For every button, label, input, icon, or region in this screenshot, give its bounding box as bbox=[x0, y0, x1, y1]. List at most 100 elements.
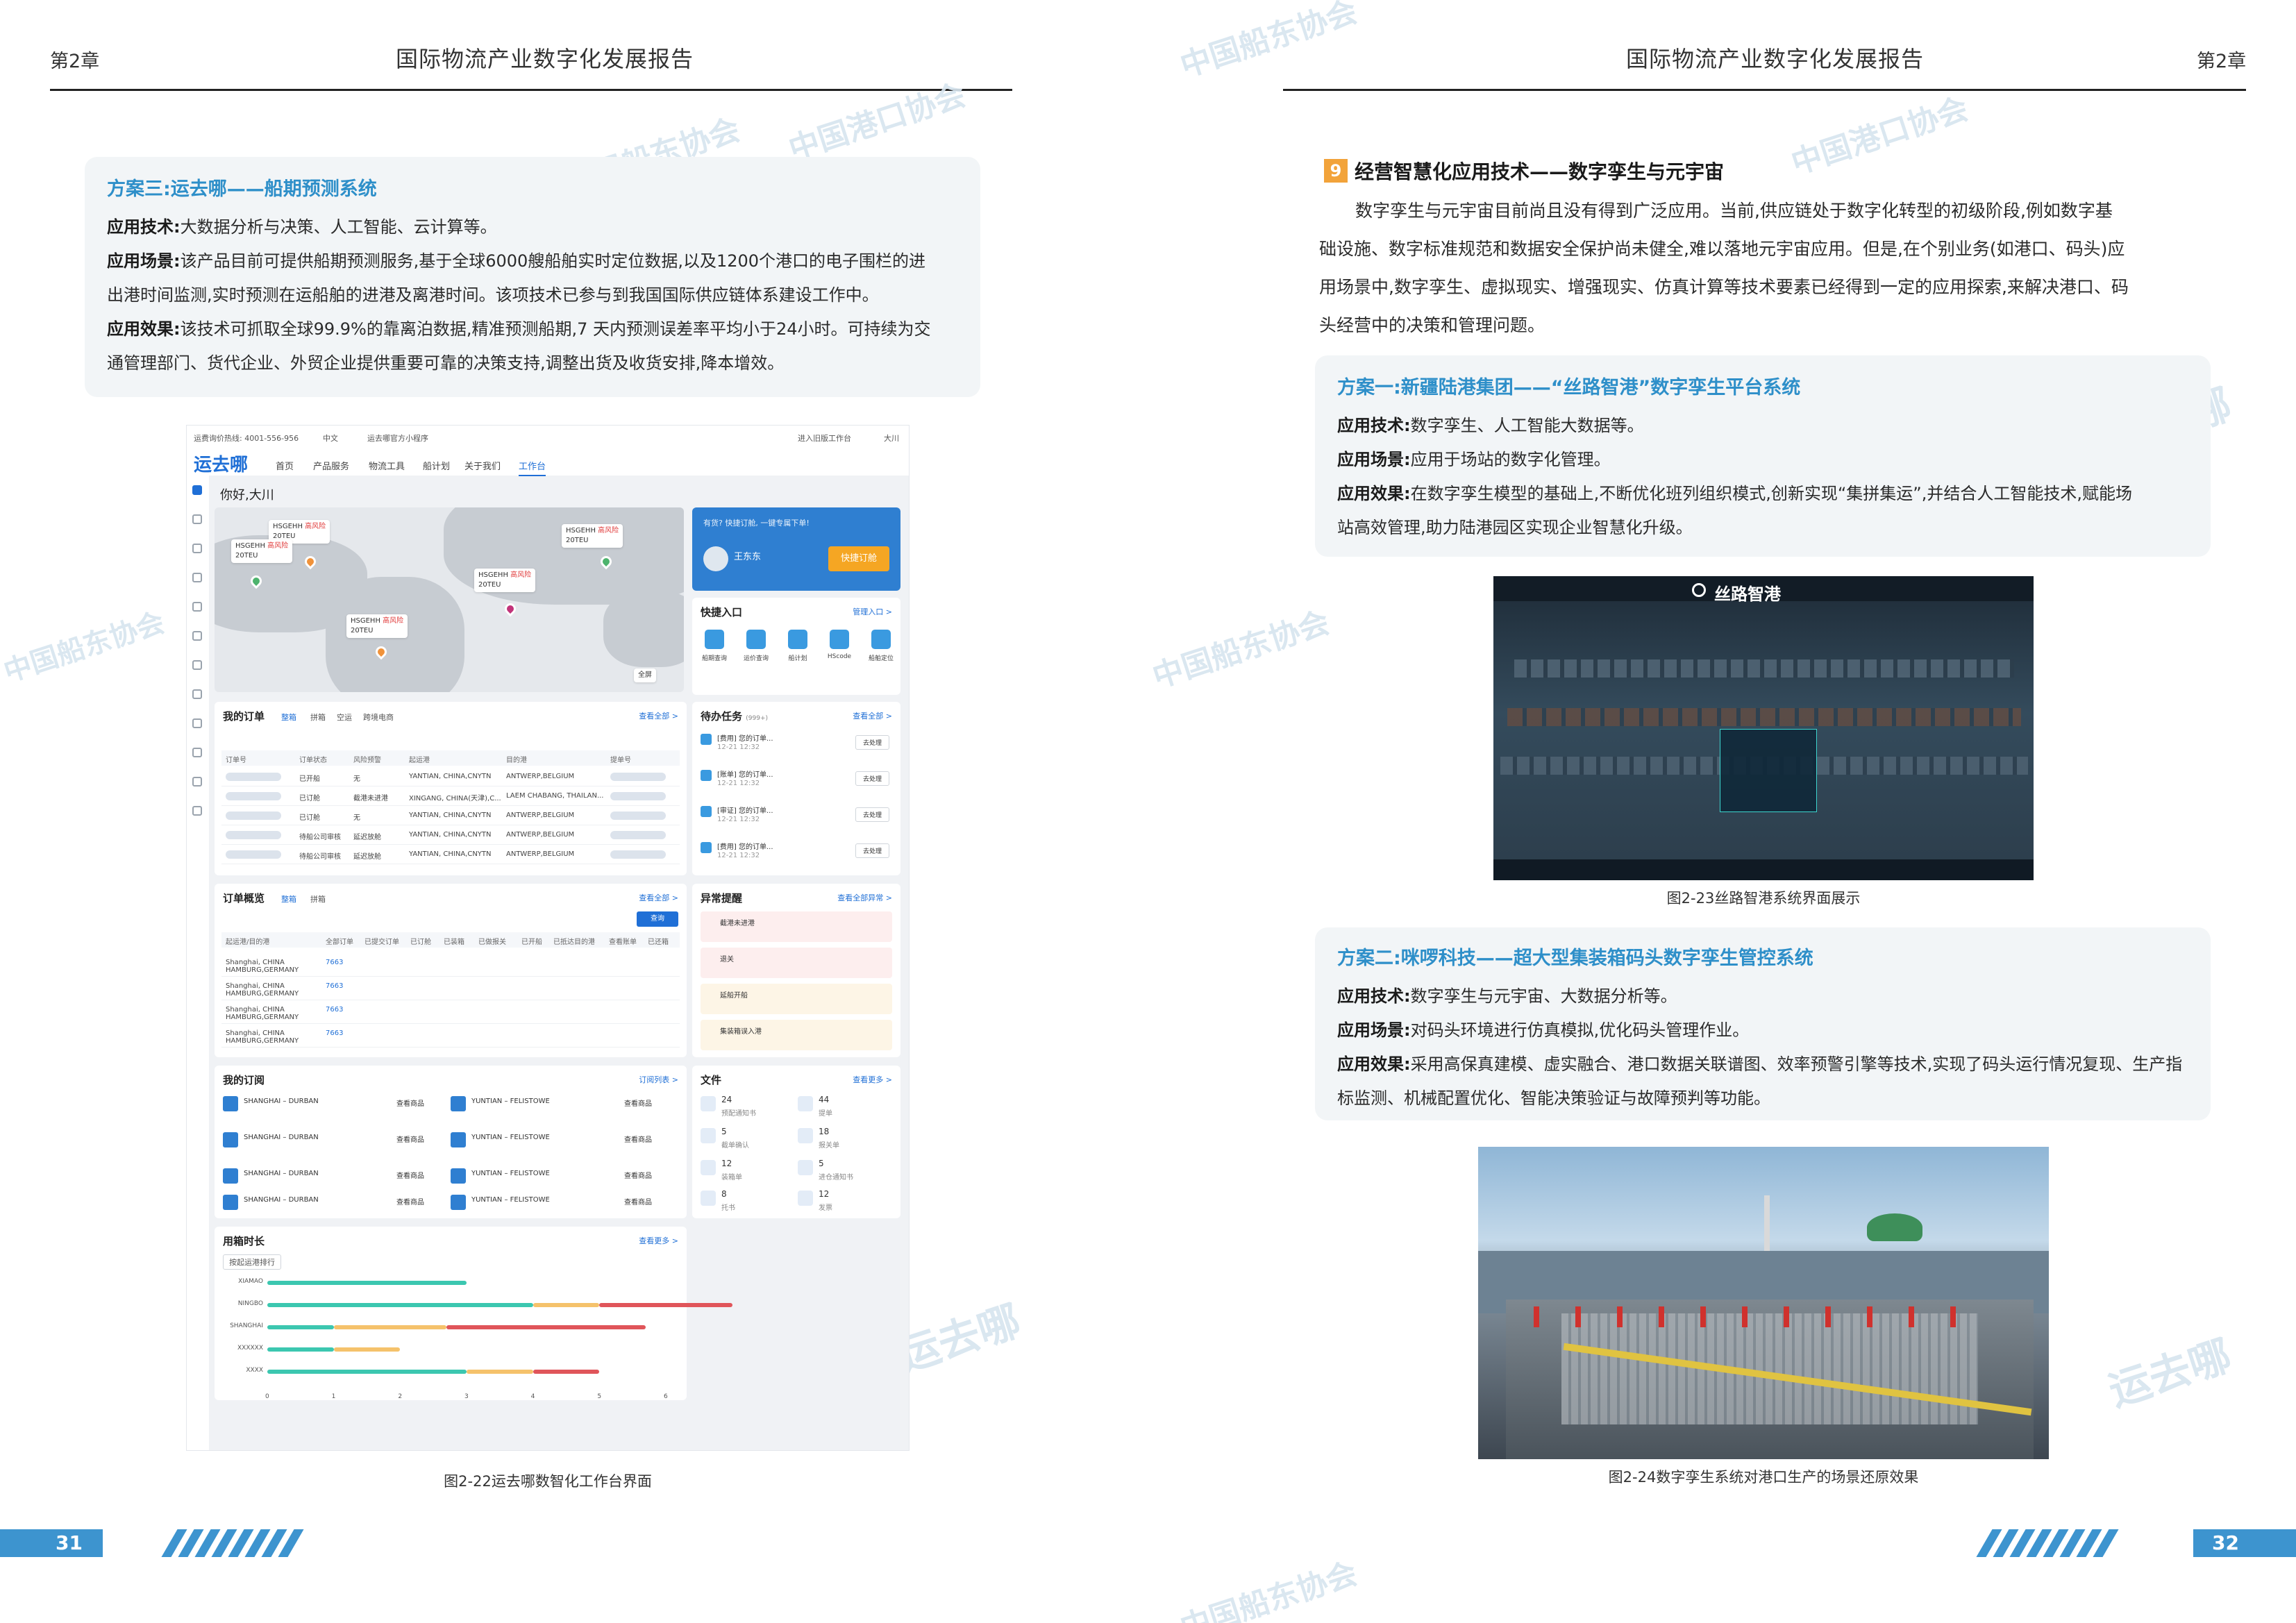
alert-item[interactable]: 集装箱误入港 bbox=[701, 1020, 892, 1050]
file-item[interactable]: 12 装箱单 bbox=[701, 1156, 798, 1186]
card-link[interactable]: 订阅列表 > bbox=[639, 1074, 678, 1085]
running-title: 国际物流产业数字化发展报告 bbox=[396, 46, 694, 72]
file-icon[interactable] bbox=[192, 660, 202, 670]
table-row[interactable]: Shanghai, CHINA HAMBURG,GERMANY 7663 bbox=[221, 1000, 680, 1024]
table-row[interactable]: Shanghai, CHINA HAMBURG,GERMANY 7663 bbox=[221, 953, 680, 977]
fullscreen-button[interactable]: 全屏 bbox=[634, 668, 656, 682]
table-row[interactable]: 待船公司审核 延迟放舱 YANTIAN, CHINA,CNYTN ANTWERP,BE… bbox=[221, 825, 680, 845]
subscription-item[interactable]: SHANGHAI – DURBAN 查看商品 bbox=[223, 1092, 445, 1122]
tab-ecommerce[interactable]: 跨境电商 bbox=[363, 712, 394, 723]
table-row[interactable]: 已订舱无 YANTIAN, CHINA,CNYTN ANTWERP,BELGIUM bbox=[221, 806, 680, 825]
settings-icon[interactable] bbox=[192, 806, 202, 816]
tab-air[interactable]: 空运 bbox=[337, 712, 352, 723]
card-link[interactable]: 查看全部 > bbox=[853, 710, 892, 721]
usage-filter-select[interactable]: 按起运港排行 bbox=[223, 1254, 281, 1270]
usage-bar-segment[interactable] bbox=[467, 1370, 533, 1374]
card-link[interactable]: 查看全部 > bbox=[639, 892, 678, 903]
usage-bar-segment[interactable] bbox=[267, 1281, 467, 1285]
nav-tools[interactable]: 物流工具 bbox=[369, 459, 405, 472]
mini-program-link[interactable]: 运去哪官方小程序 bbox=[367, 432, 428, 444]
map-pin[interactable] bbox=[502, 600, 519, 617]
table-row[interactable]: Shanghai, CHINA HAMBURG,GERMANY 7663 bbox=[221, 1024, 680, 1048]
usage-bar-segment[interactable] bbox=[267, 1370, 467, 1374]
file-item[interactable]: 5 截单确认 bbox=[701, 1124, 798, 1154]
quick-item[interactable]: 船舶定位 bbox=[869, 630, 894, 662]
old-workbench-link[interactable]: 进入旧版工作台 bbox=[798, 432, 851, 444]
ship-icon[interactable] bbox=[192, 514, 202, 524]
file-item[interactable]: 8 托书 bbox=[701, 1186, 798, 1217]
table-row[interactable]: 已开船无 YANTIAN, CHINA,CNYTN ANTWERP,BELGIUM bbox=[221, 767, 680, 787]
card-link[interactable]: 查看全部 > bbox=[639, 710, 678, 721]
file-item[interactable]: 12 发票 bbox=[798, 1186, 895, 1217]
nav-workbench[interactable]: 工作台 bbox=[519, 459, 546, 476]
table-row[interactable]: 已订舱 截港未进港 XINGANG, CHINA(天津),C... LAEM CHAB… bbox=[221, 787, 680, 806]
usage-bar-segment[interactable] bbox=[533, 1370, 600, 1374]
card-link[interactable]: 管理入口 > bbox=[853, 606, 892, 617]
tab-lcl[interactable]: 拼箱 bbox=[310, 712, 326, 723]
subscription-item[interactable]: YUNTIAN – FELISTOWE 查看商品 bbox=[451, 1092, 673, 1122]
quick-item[interactable]: HScode bbox=[827, 630, 852, 660]
grid-icon[interactable] bbox=[192, 602, 202, 612]
todo-item[interactable]: [审证] 您的订单... 12-21 12:32 去处理 bbox=[701, 802, 892, 832]
file-item[interactable]: 24 预配通知书 bbox=[701, 1092, 798, 1122]
map-card: HSGEHH 高风险 20TEU HSGEHH 高风险 20TEU HSGEHH 高… bbox=[215, 507, 687, 695]
nav-home[interactable]: 首页 bbox=[276, 459, 294, 472]
usage-bar-segment[interactable] bbox=[267, 1325, 334, 1329]
user-icon[interactable] bbox=[192, 777, 202, 787]
document-icon[interactable] bbox=[192, 544, 202, 553]
subscription-item[interactable]: YUNTIAN – FELISTOWE 查看商品 bbox=[451, 1128, 673, 1159]
globe-icon[interactable] bbox=[192, 573, 202, 582]
subscription-item[interactable]: SHANGHAI – DURBAN 查看商品 bbox=[223, 1128, 445, 1159]
usage-bar-segment[interactable] bbox=[533, 1303, 600, 1307]
usage-bar-segment[interactable] bbox=[267, 1303, 533, 1307]
app-top-bar: 运费询价热线: 4001-556-956 中文 运去哪官方小程序 进入旧版工作台… bbox=[187, 426, 909, 476]
usage-bar-segment[interactable] bbox=[267, 1347, 334, 1352]
subscription-item[interactable]: YUNTIAN – FELISTOWE 查看商品 bbox=[451, 1191, 673, 1221]
usage-bar-segment[interactable] bbox=[333, 1347, 401, 1352]
ship-tag[interactable]: HSGEHH 高风险 20TEU bbox=[231, 539, 293, 563]
tab-lcl[interactable]: 拼箱 bbox=[310, 893, 326, 905]
alert-item[interactable]: 退关 bbox=[701, 948, 892, 978]
query-button[interactable]: 查询 bbox=[637, 911, 678, 927]
user-name[interactable]: 大川 bbox=[884, 432, 899, 444]
todo-item[interactable]: [账单] 您的订单... 12-21 12:32 去处理 bbox=[701, 766, 892, 796]
folder-icon[interactable] bbox=[192, 631, 202, 641]
card-link[interactable]: 查看更多 > bbox=[639, 1235, 678, 1246]
card-link[interactable]: 查看更多 > bbox=[853, 1074, 892, 1085]
usage-bar-segment[interactable] bbox=[599, 1303, 732, 1307]
nav-plan[interactable]: 船计划 bbox=[423, 459, 450, 472]
app-logo[interactable]: 运去哪 bbox=[194, 451, 248, 476]
file-item[interactable]: 5 进仓通知书 bbox=[798, 1156, 895, 1186]
tab-fcl[interactable]: 整箱 bbox=[281, 893, 296, 905]
tab-fcl[interactable]: 整箱 bbox=[281, 712, 296, 723]
quick-item[interactable]: 运价查询 bbox=[744, 630, 769, 662]
file-item[interactable]: 44 提单 bbox=[798, 1092, 895, 1122]
quick-booking-button[interactable]: 快捷订舱 bbox=[828, 546, 889, 571]
quick-item[interactable]: 船计划 bbox=[785, 630, 810, 662]
language-select[interactable]: 中文 bbox=[323, 432, 338, 444]
list-icon[interactable] bbox=[192, 689, 202, 699]
nav-products[interactable]: 产品服务 bbox=[313, 459, 349, 472]
info-panel[interactable] bbox=[1720, 729, 1817, 812]
ship-tag[interactable]: HSGEHH 高风险 20TEU bbox=[474, 569, 536, 592]
todo-item[interactable]: [费用] 您的订单... 12-21 12:32 去处理 bbox=[701, 838, 892, 868]
home-icon[interactable] bbox=[192, 485, 202, 495]
table-row[interactable]: Shanghai, CHINA HAMBURG,GERMANY 7663 bbox=[221, 977, 680, 1000]
cloud-icon[interactable] bbox=[192, 748, 202, 757]
usage-bar-segment[interactable] bbox=[446, 1325, 646, 1329]
nav-about[interactable]: 关于我们 bbox=[464, 459, 501, 472]
alert-item[interactable]: 延船开船 bbox=[701, 984, 892, 1014]
usage-bar-segment[interactable] bbox=[333, 1325, 447, 1329]
ship-tag[interactable]: HSGEHH 高风险 20TEU bbox=[562, 524, 623, 548]
file-item[interactable]: 18 报关单 bbox=[798, 1124, 895, 1154]
quick-item[interactable]: 船期查询 bbox=[702, 630, 727, 662]
alert-item[interactable]: 截港未进港 bbox=[701, 911, 892, 942]
ship-tag[interactable]: HSGEHH 高风险 20TEU bbox=[346, 614, 408, 638]
table-row[interactable]: 待船公司审核 延迟放舱 YANTIAN, CHINA,CNYTN ANTWERP,BE… bbox=[221, 845, 680, 864]
subscription-item[interactable]: SHANGHAI – DURBAN 查看商品 bbox=[223, 1191, 445, 1221]
card-link[interactable]: 查看全部异常 > bbox=[837, 892, 892, 903]
box-icon[interactable] bbox=[192, 718, 202, 728]
card-title: 异常提醒 bbox=[701, 892, 743, 905]
ship-map[interactable]: HSGEHH 高风险 20TEU HSGEHH 高风险 20TEU HSGEHH 高… bbox=[215, 507, 684, 692]
todo-item[interactable]: [费用] 您的订单... 12-21 12:32 去处理 bbox=[701, 730, 892, 760]
